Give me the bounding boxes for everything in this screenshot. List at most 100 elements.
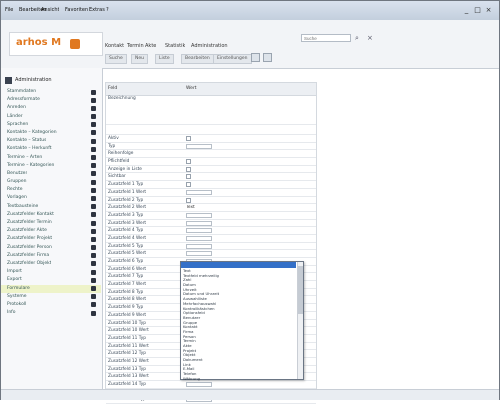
edit-icon[interactable] [91,179,96,185]
edit-icon[interactable] [91,89,96,95]
sidebar-item[interactable]: Kontakte – Herkunft [1,145,101,153]
edit-icon[interactable] [91,155,96,160]
edit-icon[interactable] [91,245,96,251]
subnav-item[interactable]: Liste [155,54,174,64]
sidebar-item[interactable]: Zusatzfelder Termin [1,219,101,227]
sidebar-item[interactable]: Anreden [1,104,101,112]
edit-icon[interactable] [91,163,96,169]
tab-item[interactable]: Kontakt [105,42,124,51]
sidebar-item[interactable]: Zusatzfelder Kontakt [1,211,101,219]
edit-icon[interactable] [91,130,96,136]
form-select[interactable] [186,228,212,234]
form-select[interactable] [186,382,212,387]
edit-icon[interactable] [91,269,96,275]
form-checkbox[interactable] [186,197,191,203]
sidebar-item[interactable]: Länder [1,113,101,121]
form-checkbox[interactable] [186,136,191,141]
edit-icon[interactable] [91,187,96,193]
minimize-icon[interactable]: _ [462,6,471,14]
tab-item[interactable]: Administration [191,42,228,51]
search-input[interactable] [301,34,351,42]
form-checkbox[interactable] [186,182,191,188]
edit-icon[interactable] [91,122,96,128]
sidebar-item[interactable]: Import [1,268,101,276]
sidebar-item[interactable]: Benutzer [1,170,101,178]
edit-icon[interactable] [91,97,96,103]
sidebar-item[interactable]: Rechte [1,186,101,194]
edit-icon[interactable] [91,228,96,234]
subnav-item[interactable]: Suche [105,54,127,64]
sidebar-item[interactable]: Kontakte – Status [1,137,101,145]
subnav-item[interactable]: Einstellungen [213,54,252,64]
sidebar-item[interactable]: Termine – Kategorien [1,162,101,170]
sidebar-item[interactable]: Systeme [1,293,101,301]
dropdown-option[interactable]: Währung [183,377,295,382]
edit-icon[interactable] [91,253,96,259]
edit-icon[interactable] [91,204,96,210]
sidebar-item[interactable]: Textbausteine [1,203,101,211]
form-checkbox[interactable] [186,159,191,165]
sidebar-item[interactable]: Zusatzfelder Projekt [1,235,101,243]
form-checkbox[interactable] [186,166,191,172]
form-checkbox[interactable] [186,174,191,180]
sidebar-item[interactable]: Zusatzfelder Person [1,244,101,252]
sidebar-item[interactable]: Protokoll [1,301,101,309]
form-select[interactable] [186,220,212,226]
edit-icon[interactable] [91,212,96,218]
edit-icon[interactable] [91,114,96,120]
menu-item[interactable]: Favoriten [65,7,88,14]
sidebar-item[interactable]: Vorlagen [1,194,101,202]
dropdown-scroll-thumb[interactable] [298,266,303,314]
form-select[interactable] [186,243,212,249]
edit-icon[interactable] [91,220,96,226]
form-select[interactable] [186,235,212,241]
sidebar-item[interactable]: Info [1,309,101,317]
sidebar-item[interactable]: Sprachen [1,121,101,129]
maximize-icon[interactable]: □ [473,6,482,14]
edit-icon[interactable] [91,286,96,291]
sidebar-item[interactable]: Zusatzfelder Objekt [1,260,101,268]
menu-item[interactable]: ? [106,7,109,14]
menu-item[interactable]: Extras [89,7,105,14]
form-select[interactable] [186,251,212,257]
sidebar-item[interactable]: Gruppen [1,178,101,186]
subnav-item[interactable]: Bearbeiten [181,54,214,64]
print-icon[interactable] [263,53,272,62]
edit-icon[interactable] [91,294,96,300]
sidebar-item[interactable]: Stammdaten [1,88,101,96]
close-icon[interactable]: × [484,6,493,14]
edit-icon[interactable] [91,261,96,267]
sidebar-item[interactable]: Adressformate [1,96,101,104]
subnav-item[interactable]: Neu [131,54,148,64]
edit-icon[interactable] [91,302,96,308]
sidebar-item[interactable]: Kontakte – Kategorien [1,129,101,137]
edit-icon[interactable] [91,171,96,177]
help-icon[interactable]: × [367,34,375,42]
sidebar-item[interactable]: Formulare [1,284,101,293]
tab-item[interactable]: Termin [127,42,144,51]
edit-icon[interactable] [91,195,96,201]
search-icon[interactable]: ⌕ [355,34,363,42]
edit-icon[interactable] [91,236,96,242]
edit-icon[interactable] [91,146,96,152]
menu-item[interactable]: Ansicht [41,7,59,14]
form-select[interactable] [186,189,212,195]
form-select[interactable] [186,143,212,149]
form-field-value[interactable]: Text [186,205,195,210]
sidebar-item[interactable]: Zusatzfelder Firma [1,252,101,260]
edit-icon[interactable] [91,310,96,316]
sidebar-item[interactable]: Zusatzfelder Akte [1,227,101,235]
edit-icon[interactable] [91,105,96,111]
sidebar-item[interactable]: Export [1,276,101,284]
edit-icon[interactable] [91,138,96,144]
menu-item[interactable]: File [5,7,13,14]
sidebar-item[interactable]: Termine – Arten [1,154,101,162]
form-select[interactable] [186,212,212,218]
edit-icon[interactable] [91,277,96,283]
dropdown-scrollbar[interactable] [297,262,303,379]
type-dropdown-list[interactable]: Text Textfeld mehrzeilig Zahl Datum Uhrzeit D… [180,261,304,382]
form-field-label: Pflichtfeld [108,159,130,165]
tab-item[interactable]: Akte [145,42,156,51]
refresh-icon[interactable] [251,53,260,62]
tab-item[interactable]: Statistik [165,42,185,51]
